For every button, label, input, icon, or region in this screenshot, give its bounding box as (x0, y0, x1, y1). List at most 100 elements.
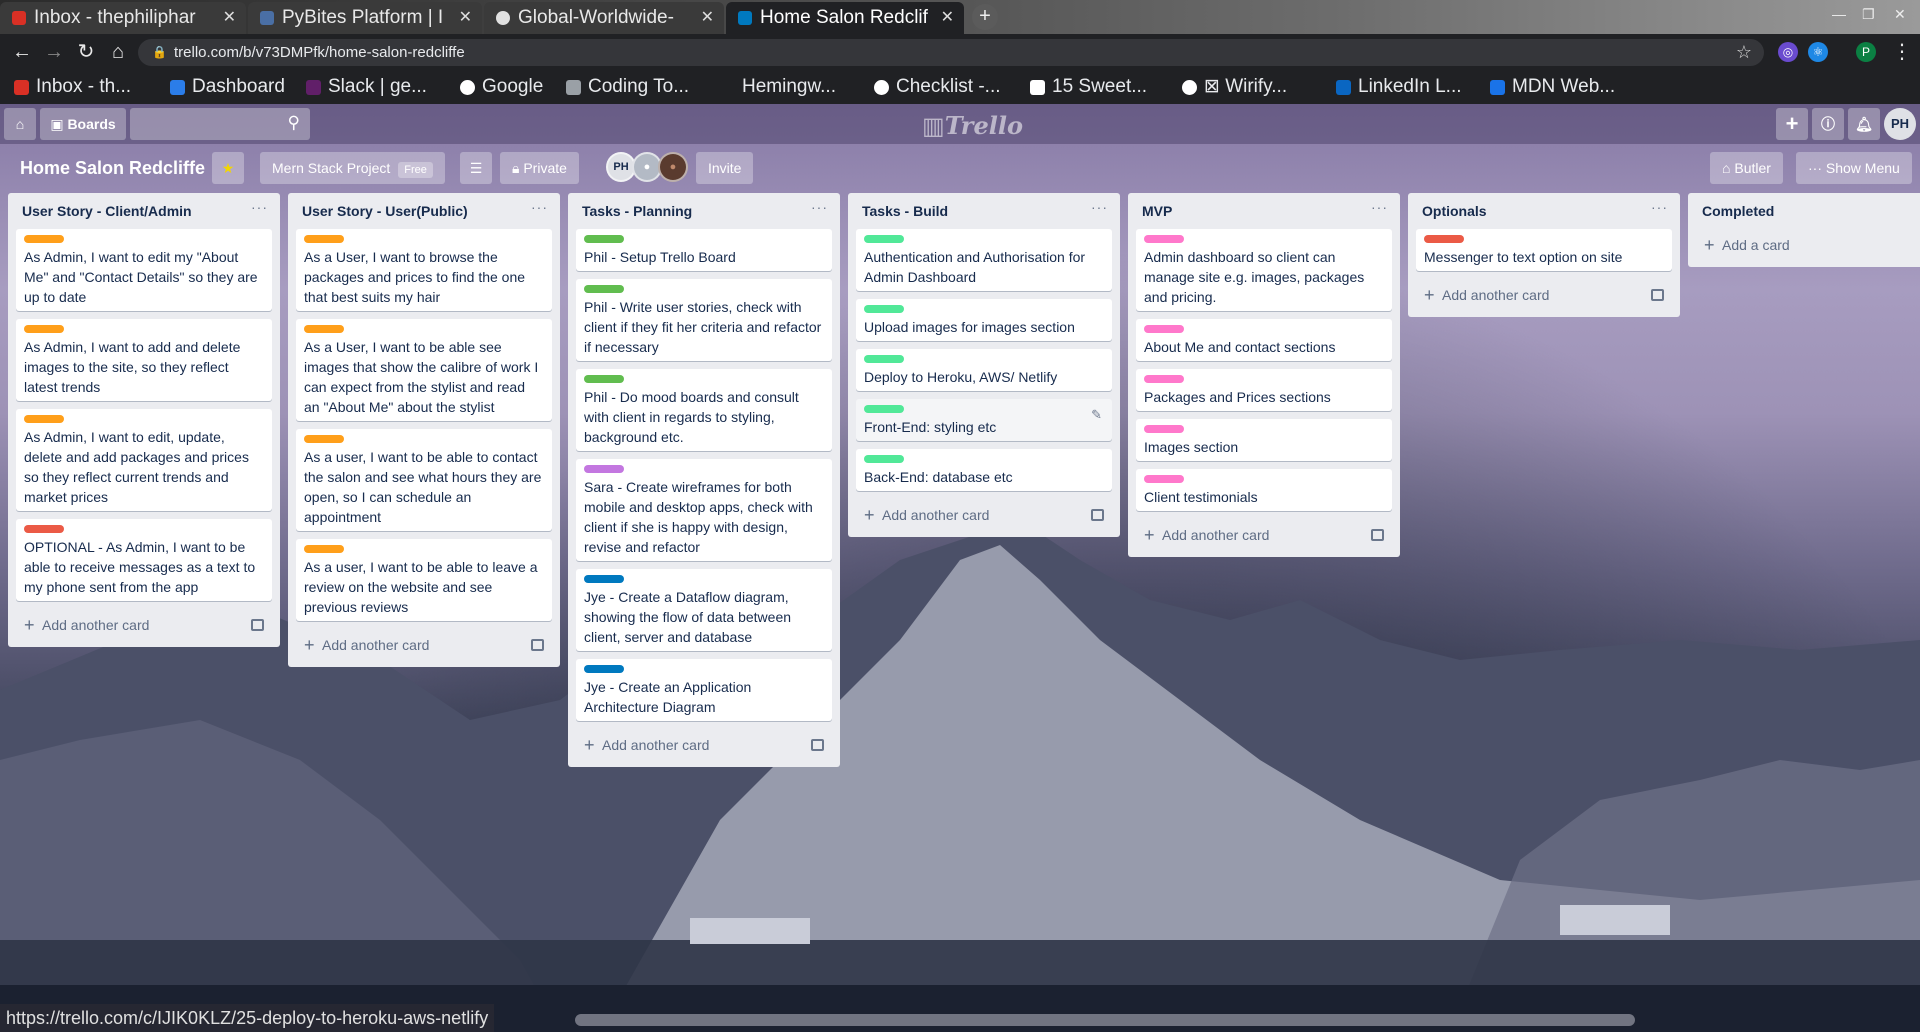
card[interactable]: Back-End: database etc (856, 449, 1112, 491)
list-menu-icon[interactable]: ··· (1091, 199, 1108, 215)
card[interactable]: Jye - Create a Dataflow diagram, showing… (576, 569, 832, 651)
reload-icon[interactable]: ↻ (74, 40, 98, 64)
list-menu-icon[interactable]: ··· (811, 199, 828, 215)
card-template-icon[interactable] (811, 739, 824, 751)
bookmark-item[interactable]: Dashboard (170, 70, 285, 104)
card-label[interactable] (584, 575, 624, 583)
react-devtools-icon[interactable]: ⚛ (1808, 42, 1828, 62)
board-search-input[interactable]: ⚲ (130, 108, 310, 140)
close-window-icon[interactable]: ✕ (1894, 6, 1906, 23)
card[interactable]: Packages and Prices sections (1136, 369, 1392, 411)
card[interactable]: About Me and contact sections (1136, 319, 1392, 361)
card-label[interactable] (864, 235, 904, 243)
card[interactable]: Images section (1136, 419, 1392, 461)
list-title[interactable]: Tasks - Build (862, 203, 948, 219)
card-label[interactable] (584, 665, 624, 673)
star-board-button[interactable]: ★ (212, 152, 244, 184)
card-label[interactable] (1144, 425, 1184, 433)
visibility-button[interactable]: 🔒︎ Private (500, 152, 579, 184)
list-user-story-user-public[interactable]: User Story - User(Public) ··· As a User, I… (288, 193, 560, 667)
close-tab-icon[interactable]: ✕ (459, 2, 472, 34)
browser-menu-icon[interactable]: ⋮ (1890, 40, 1914, 64)
list-title[interactable]: Tasks - Planning (582, 203, 692, 219)
card[interactable]: As a user, I want to be able to leave a … (296, 539, 552, 621)
extension-icon[interactable]: ◎ (1778, 42, 1798, 62)
card[interactable]: Upload images for images section (856, 299, 1112, 341)
list-optionals[interactable]: Optionals ··· Messenger to text option on … (1408, 193, 1680, 317)
card-label[interactable] (864, 405, 904, 413)
restore-icon[interactable]: ❐ (1862, 6, 1875, 23)
browser-tab[interactable]: Inbox - thephiliphar ✕ (0, 2, 246, 34)
card-template-icon[interactable] (531, 639, 544, 651)
board-title[interactable]: Home Salon Redcliffe (20, 152, 205, 184)
card[interactable]: OPTIONAL - As Admin, I want to be able t… (16, 519, 272, 601)
add-card-button[interactable]: + Add another card (1136, 519, 1392, 551)
card[interactable]: Messenger to text option on site (1416, 229, 1672, 271)
card[interactable]: Phil - Setup Trello Board (576, 229, 832, 271)
list-title[interactable]: User Story - User(Public) (302, 203, 468, 219)
list-menu-icon[interactable]: ··· (1371, 199, 1388, 215)
card[interactable]: Phil - Do mood boards and consult with c… (576, 369, 832, 451)
profile-avatar[interactable]: P (1856, 42, 1876, 62)
back-icon[interactable]: ← (10, 40, 34, 64)
card-label[interactable] (304, 325, 344, 333)
card-label[interactable] (584, 465, 624, 473)
add-card-button[interactable]: + Add another card (16, 609, 272, 641)
card[interactable]: As a User, I want to browse the packages… (296, 229, 552, 311)
trello-logo[interactable]: ▥Trello (922, 111, 1023, 140)
browser-tab-active[interactable]: Home Salon Redclif ✕ (726, 2, 964, 34)
list-tasks-planning[interactable]: Tasks - Planning ··· Phil - Setup Trello B… (568, 193, 840, 767)
bookmark-item[interactable]: Checklist -... (874, 70, 1001, 104)
card-label[interactable] (864, 455, 904, 463)
card-label[interactable] (304, 545, 344, 553)
browser-tab[interactable]: Global-Worldwide- ✕ (484, 2, 724, 34)
notifications-button[interactable]: 🔔︎ (1848, 108, 1880, 140)
show-menu-button[interactable]: ··· Show Menu (1796, 152, 1912, 184)
card-label[interactable] (1144, 235, 1184, 243)
list-title[interactable]: MVP (1142, 203, 1172, 219)
list-user-story-client-admin[interactable]: User Story - Client/Admin ··· As Admin, I … (8, 193, 280, 647)
butler-button[interactable]: ⌂ Butler (1710, 152, 1783, 184)
list-title[interactable]: User Story - Client/Admin (22, 203, 192, 219)
bookmark-item[interactable]: 15 Sweet... (1030, 70, 1147, 104)
list-menu-icon[interactable]: ··· (1651, 199, 1668, 215)
card-label[interactable] (24, 325, 64, 333)
bookmark-item[interactable]: LinkedIn L... (1336, 70, 1462, 104)
minimize-icon[interactable]: — (1832, 6, 1846, 22)
card[interactable]: As a user, I want to be able to contact … (296, 429, 552, 531)
card-label[interactable] (584, 375, 624, 383)
card-label[interactable] (864, 305, 904, 313)
card-label[interactable] (24, 415, 64, 423)
bookmark-star-icon[interactable]: ☆ (1736, 39, 1752, 66)
member-avatar[interactable]: ● (658, 152, 688, 182)
card-label[interactable] (1144, 475, 1184, 483)
card-label[interactable] (304, 235, 344, 243)
info-button[interactable]: ⓘ (1812, 108, 1844, 140)
bookmark-item[interactable]: Hemingw... (720, 70, 836, 104)
edit-card-icon[interactable]: ✎ (1091, 407, 1102, 423)
list-completed[interactable]: Completed + Add a card (1688, 193, 1920, 267)
list-title[interactable]: Completed (1702, 203, 1774, 219)
home-button[interactable]: ⌂ (4, 108, 36, 140)
card-label[interactable] (24, 235, 64, 243)
close-tab-icon[interactable]: ✕ (701, 2, 714, 34)
card-template-icon[interactable] (1651, 289, 1664, 301)
card[interactable]: Client testimonials (1136, 469, 1392, 511)
create-button[interactable]: + (1776, 108, 1808, 140)
list-menu-icon[interactable]: ··· (531, 199, 548, 215)
card-label[interactable] (864, 355, 904, 363)
card-label[interactable] (584, 235, 624, 243)
bookmark-item[interactable]: Slack | ge... (306, 70, 427, 104)
card-label[interactable] (1144, 325, 1184, 333)
card[interactable]: As Admin, I want to edit my "About Me" a… (16, 229, 272, 311)
invite-button[interactable]: Invite (696, 152, 754, 184)
card[interactable]: As Admin, I want to edit, update, delete… (16, 409, 272, 511)
add-card-button[interactable]: + Add another card (296, 629, 552, 661)
bookmark-item[interactable]: ⊠ Wirify... (1182, 70, 1287, 104)
card[interactable]: Deploy to Heroku, AWS/ Netlify (856, 349, 1112, 391)
add-card-button[interactable]: + Add another card (1416, 279, 1672, 311)
browser-tab[interactable]: PyBites Platform | I ✕ (248, 2, 482, 34)
card[interactable]: Admin dashboard so client can manage sit… (1136, 229, 1392, 311)
card[interactable]: Front-End: styling etc ✎ (856, 399, 1112, 441)
close-tab-icon[interactable]: ✕ (941, 2, 954, 34)
